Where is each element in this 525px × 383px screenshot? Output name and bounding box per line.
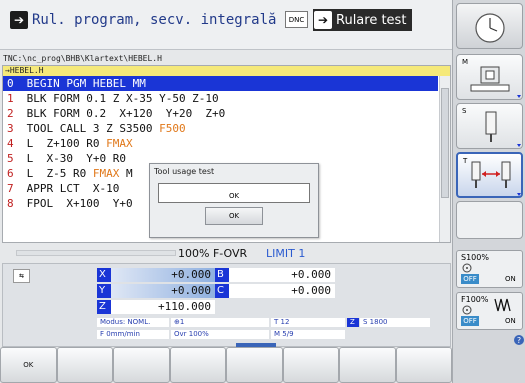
axis-label-c: C <box>215 284 229 298</box>
feed-info: F 0mm/min <box>97 330 169 339</box>
softkey-5[interactable] <box>226 347 283 383</box>
spindle-override-status[interactable]: S100% OFF ON <box>456 250 523 288</box>
play-arrow-icon: ➔ <box>314 11 332 29</box>
position-mode-icon[interactable]: ⇆ <box>13 269 30 283</box>
axis-value-c: +0.000 <box>229 284 335 298</box>
softkey-4[interactable] <box>169 347 226 383</box>
bottom-softkey-bar: OK <box>0 347 452 383</box>
program-line[interactable]: 2 BLK FORM 0.2 X+120 Y+20 Z+0 <box>3 106 450 121</box>
machine-mode-label: Rul. program, secv. integrală <box>32 12 277 28</box>
feed-override: 100% F-OVR <box>178 247 248 260</box>
t-function-softkey[interactable]: T <box>456 152 523 198</box>
softkey-7[interactable] <box>339 347 396 383</box>
s-function-softkey[interactable]: S <box>456 103 523 149</box>
limit-label: LIMIT 1 <box>266 247 306 260</box>
softkey-6[interactable] <box>282 347 339 383</box>
clock-softkey[interactable] <box>456 3 523 49</box>
program-line[interactable]: 0 BEGIN PGM HEBEL MM <box>3 76 438 91</box>
tnc-screen: ➔ Rul. program, secv. integrală DNC ➔ Ru… <box>0 0 525 383</box>
override-bar <box>16 250 176 256</box>
program-line[interactable]: 3 TOOL CALL 3 Z S3500 F500 <box>3 121 450 136</box>
empty-softkey[interactable] <box>456 201 523 239</box>
softkey-ok[interactable]: OK <box>0 347 57 383</box>
axis-value-z: +110.000 <box>111 300 215 314</box>
tool-info: T 12 <box>271 318 345 327</box>
axis-value-b: +0.000 <box>229 268 335 282</box>
softkey-8[interactable] <box>395 347 452 383</box>
tool-ref-info: ⊕1 <box>171 318 269 327</box>
override-info: Ovr 100% <box>171 330 269 339</box>
axis-label-z: Z <box>97 300 111 314</box>
program-line[interactable]: 4 L Z+100 R0 FMAX <box>3 136 450 151</box>
m-function-info: M 5/9 <box>271 330 345 339</box>
play-arrow-icon: ➔ <box>10 11 28 29</box>
right-softkey-bar: M S T S100% OFF ON F100% OFF ON ? <box>452 0 525 383</box>
program-path: TNC:\nc_prog\BHB\Klartext\HEBEL.H <box>3 54 162 63</box>
spindle-icon <box>485 111 521 147</box>
dnc-icon: DNC <box>285 11 308 28</box>
position-display: ⇆ X +0.000 B +0.000 Y +0.000 C +0.000 Z … <box>2 263 451 347</box>
axis-value-x: +0.000 <box>111 268 215 282</box>
softkey-2[interactable] <box>56 347 113 383</box>
override-row: 100% F-OVR LIMIT 1 <box>2 243 451 263</box>
m-function-softkey[interactable]: M <box>456 54 523 100</box>
help-icon[interactable]: ? <box>513 334 525 346</box>
spindle-info: S 1800 <box>360 318 430 327</box>
feed-override-status[interactable]: F100% OFF ON <box>456 292 523 330</box>
tool-usage-dialog: Tool usage test OK OK <box>149 163 319 238</box>
axis-value-y: +0.000 <box>111 284 215 298</box>
program-line[interactable]: 1 BLK FORM 0.1 Z X-35 Y-50 Z-10 <box>3 91 450 106</box>
header-bar: ➔ Rul. program, secv. integrală DNC ➔ Ru… <box>0 0 452 50</box>
program-filename: →HEBEL.H <box>3 66 450 76</box>
tool-change-icon <box>471 161 521 196</box>
mode-info: Modus: NOML. <box>97 318 169 327</box>
softkey-3[interactable] <box>113 347 170 383</box>
axis-label-x: X <box>97 268 111 282</box>
svg-text:?: ? <box>517 336 521 345</box>
axis-label-b: B <box>215 268 229 282</box>
spindle-axis-badge: Z <box>347 318 359 327</box>
programming-mode-test-run[interactable]: ➔ Rulare test <box>313 9 413 31</box>
axis-label-y: Y <box>97 284 111 298</box>
dialog-message: OK <box>158 183 310 203</box>
machine-mode-program-run[interactable]: ➔ Rul. program, secv. integrală <box>10 10 276 30</box>
program-scrollbar[interactable] <box>439 76 450 242</box>
programming-mode-label: Rulare test <box>336 12 407 28</box>
dialog-ok-button[interactable]: OK <box>205 207 263 225</box>
machine-table-icon <box>470 66 521 98</box>
dialog-title: Tool usage test <box>154 167 215 176</box>
clock-icon <box>475 13 505 43</box>
scrollbar-thumb[interactable] <box>441 88 449 198</box>
